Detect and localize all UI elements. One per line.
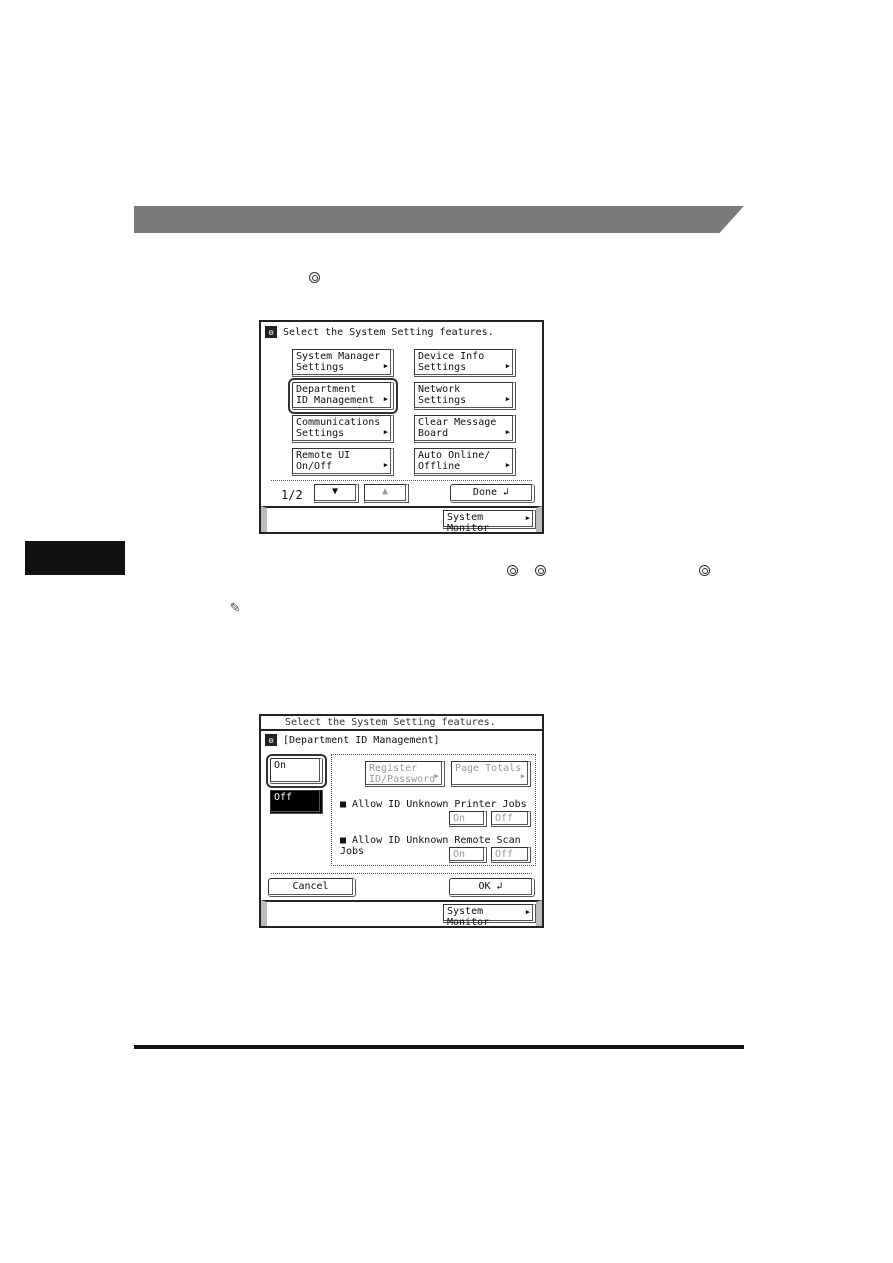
printer-jobs-on-button[interactable]: On <box>449 811 487 827</box>
section-header-bar <box>134 206 744 233</box>
system-monitor-button[interactable]: System Monitor ▶ <box>443 904 536 926</box>
scan-jobs-off-button[interactable]: Off <box>491 847 531 863</box>
footer-rule <box>134 1045 744 1049</box>
page-indicator: 1/2 <box>281 488 303 502</box>
numeric-key-icon <box>507 565 518 576</box>
enter-icon: ↲ <box>496 881 503 892</box>
screen-title: Select the System Setting features. <box>283 326 494 338</box>
scan-jobs-on-button[interactable]: On <box>449 847 487 863</box>
done-button[interactable]: Done ↲ <box>450 484 535 503</box>
system-settings-screen: ⚙ Select the System Setting features. Sys… <box>259 320 544 534</box>
system-monitor-button[interactable]: System Monitor ▶ <box>443 510 536 534</box>
remote-ui-button[interactable]: Remote UI On/Off ▶ <box>292 448 394 476</box>
background-screen-title: Select the System Setting features. <box>285 717 496 728</box>
scroll-down-button[interactable]: ▼ <box>314 484 359 503</box>
enter-icon: ↲ <box>503 487 510 498</box>
printer-jobs-off-button[interactable]: Off <box>491 811 531 827</box>
device-info-settings-button[interactable]: Device Info Settings ▶ <box>414 349 516 377</box>
system-manager-settings-button[interactable]: System Manager Settings ▶ <box>292 349 394 377</box>
scroll-up-button[interactable]: ▲ <box>364 484 409 503</box>
cancel-button[interactable]: Cancel <box>268 878 356 897</box>
screen-title: [Department ID Management] <box>283 734 440 746</box>
off-button[interactable]: Off <box>270 790 323 814</box>
down-arrow-icon: ▼ <box>331 486 339 497</box>
settings-icon: ⚙ <box>265 734 277 746</box>
ok-button[interactable]: OK ↲ <box>449 878 535 897</box>
id-key-icon <box>699 565 710 576</box>
page-totals-button[interactable]: Page Totals ▶ <box>451 761 531 787</box>
numeric-key-icon <box>535 565 546 576</box>
communications-settings-button[interactable]: Communications Settings ▶ <box>292 415 394 443</box>
register-id-password-button[interactable]: Register ID/Password ▶ <box>365 761 445 787</box>
chapter-tab <box>25 541 125 575</box>
options-panel: Register ID/Password ▶ Page Totals ▶ ■ All… <box>331 754 536 866</box>
department-id-screen: Select the System Setting features. ⚙ [De… <box>259 714 544 928</box>
clear-message-board-button[interactable]: Clear Message Board ▶ <box>414 415 516 443</box>
printer-jobs-label: Allow ID Unknown Printer Jobs <box>352 799 527 810</box>
network-settings-button[interactable]: Network Settings ▶ <box>414 382 516 410</box>
up-arrow-icon: ▲ <box>381 486 389 497</box>
settings-icon: ⚙ <box>265 326 277 338</box>
pencil-icon: ✎ <box>230 597 240 616</box>
department-id-management-button[interactable]: Department ID Management ▶ <box>288 378 398 414</box>
settings-key-icon <box>309 272 320 283</box>
on-button[interactable]: On <box>266 754 327 788</box>
auto-online-offline-button[interactable]: Auto Online/ Offline ▶ <box>414 448 516 476</box>
